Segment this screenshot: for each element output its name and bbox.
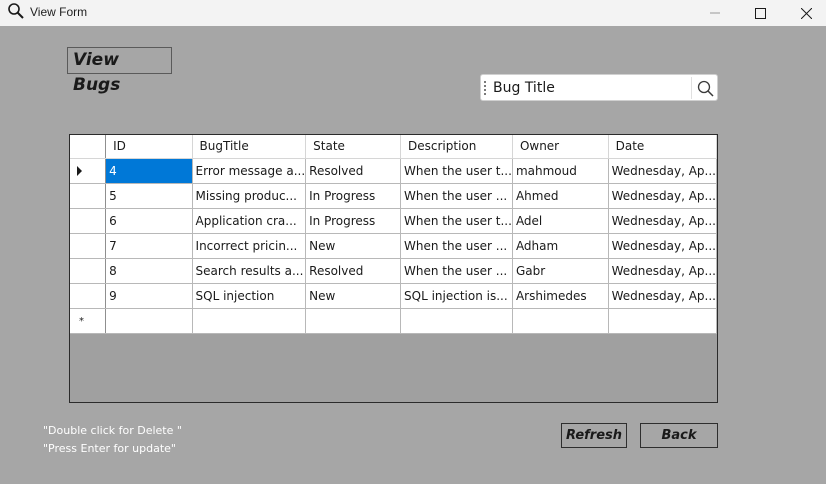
close-icon (800, 7, 812, 19)
new-row[interactable]: * (70, 308, 718, 334)
table-cell[interactable]: Ahmed (512, 183, 609, 209)
table-cell[interactable] (512, 308, 609, 334)
table-cell[interactable]: SQL injection is... (400, 283, 513, 309)
table-cell[interactable]: Wednesday, Ap... (608, 208, 718, 234)
row-header[interactable]: * (70, 308, 107, 334)
close-button[interactable] (783, 0, 826, 26)
column-header-owner[interactable]: Owner (512, 135, 609, 159)
column-header-bugtitle[interactable]: BugTitle (192, 135, 307, 159)
table-cell[interactable] (305, 308, 402, 334)
table-cell[interactable]: When the user t... (400, 208, 513, 234)
table-cell[interactable]: New (305, 233, 402, 259)
table-row[interactable]: 9 SQL injection New SQL injection is... … (70, 283, 718, 309)
table-cell[interactable]: Wednesday, Ap... (608, 183, 718, 209)
table-cell[interactable]: Wednesday, Ap... (608, 258, 718, 284)
search-icon (697, 80, 714, 97)
table-row[interactable]: 5 Missing produc... In Progress When the… (70, 183, 718, 209)
table-row[interactable]: 6 Application cra... In Progress When th… (70, 208, 718, 234)
grip-handle (484, 81, 486, 95)
table-cell[interactable]: Error message a... (192, 158, 307, 184)
table-cell[interactable]: Resolved (305, 258, 402, 284)
row-header[interactable] (70, 258, 107, 284)
divider (691, 77, 692, 99)
row-header[interactable] (70, 158, 107, 184)
title-bar: View Form (0, 0, 826, 26)
update-hint: "Press Enter for update" (43, 442, 176, 455)
column-header-state[interactable]: State (305, 135, 402, 159)
search-box (480, 74, 718, 101)
bugs-table: ID BugTitle State Description Owner Date… (70, 135, 718, 334)
minimize-button[interactable] (692, 0, 738, 26)
column-header-description[interactable]: Description (400, 135, 513, 159)
window-title: View Form (30, 5, 88, 19)
bugs-grid[interactable]: ID BugTitle State Description Owner Date… (69, 134, 718, 403)
back-button[interactable]: Back (640, 423, 718, 448)
column-header-date[interactable]: Date (608, 135, 718, 159)
column-header-id[interactable]: ID (105, 135, 193, 159)
corner-header (70, 135, 107, 159)
table-row[interactable]: 7 Incorrect pricin... New When the user … (70, 233, 718, 259)
table-cell[interactable]: mahmoud (512, 158, 609, 184)
table-cell[interactable]: 6 (105, 208, 193, 234)
maximize-icon (754, 7, 766, 19)
new-row-marker: * (79, 315, 84, 327)
row-header[interactable] (70, 183, 107, 209)
table-cell[interactable]: 9 (105, 283, 193, 309)
table-cell[interactable]: Gabr (512, 258, 609, 284)
table-cell[interactable]: Incorrect pricin... (192, 233, 307, 259)
table-cell[interactable] (105, 308, 193, 334)
table-cell[interactable]: 8 (105, 258, 193, 284)
table-cell[interactable]: In Progress (305, 208, 402, 234)
table-cell[interactable]: When the user ... (400, 183, 513, 209)
maximize-button[interactable] (737, 0, 783, 26)
minimize-icon (710, 12, 720, 14)
table-cell[interactable] (400, 308, 513, 334)
table-cell[interactable]: Application cra... (192, 208, 307, 234)
page-title: View Bugs (67, 47, 172, 95)
table-cell[interactable]: Wednesday, Ap... (608, 233, 718, 259)
table-cell[interactable]: Wednesday, Ap... (608, 158, 718, 184)
table-row[interactable]: 4 Error message a... Resolved When the u… (70, 158, 718, 184)
table-cell[interactable]: Adham (512, 233, 609, 259)
table-cell[interactable]: Adel (512, 208, 609, 234)
search-icon (8, 3, 24, 19)
row-header[interactable] (70, 283, 107, 309)
table-cell[interactable]: Missing produc... (192, 183, 307, 209)
table-cell[interactable]: In Progress (305, 183, 402, 209)
table-row[interactable]: 8 Search results a... Resolved When the … (70, 258, 718, 284)
table-cell[interactable]: 7 (105, 233, 193, 259)
table-cell[interactable]: Search results a... (192, 258, 307, 284)
table-cell[interactable]: When the user t... (400, 158, 513, 184)
table-cell[interactable]: 5 (105, 183, 193, 209)
row-header[interactable] (70, 208, 107, 234)
delete-hint: "Double click for Delete " (43, 424, 182, 437)
table-cell[interactable]: Arshimedes (512, 283, 609, 309)
table-cell[interactable] (608, 308, 718, 334)
table-cell[interactable]: 4 (105, 158, 193, 184)
refresh-button[interactable]: Refresh (561, 423, 627, 448)
header-row: ID BugTitle State Description Owner Date (70, 135, 718, 159)
current-row-arrow-icon (77, 166, 82, 176)
table-cell[interactable] (192, 308, 307, 334)
table-cell[interactable]: New (305, 283, 402, 309)
table-cell[interactable]: Resolved (305, 158, 402, 184)
search-button[interactable] (693, 76, 717, 100)
row-header[interactable] (70, 233, 107, 259)
table-cell[interactable]: SQL injection (192, 283, 307, 309)
search-input[interactable] (493, 78, 683, 98)
table-cell[interactable]: Wednesday, Ap... (608, 283, 718, 309)
table-cell[interactable]: When the user ... (400, 258, 513, 284)
table-cell[interactable]: When the user ... (400, 233, 513, 259)
